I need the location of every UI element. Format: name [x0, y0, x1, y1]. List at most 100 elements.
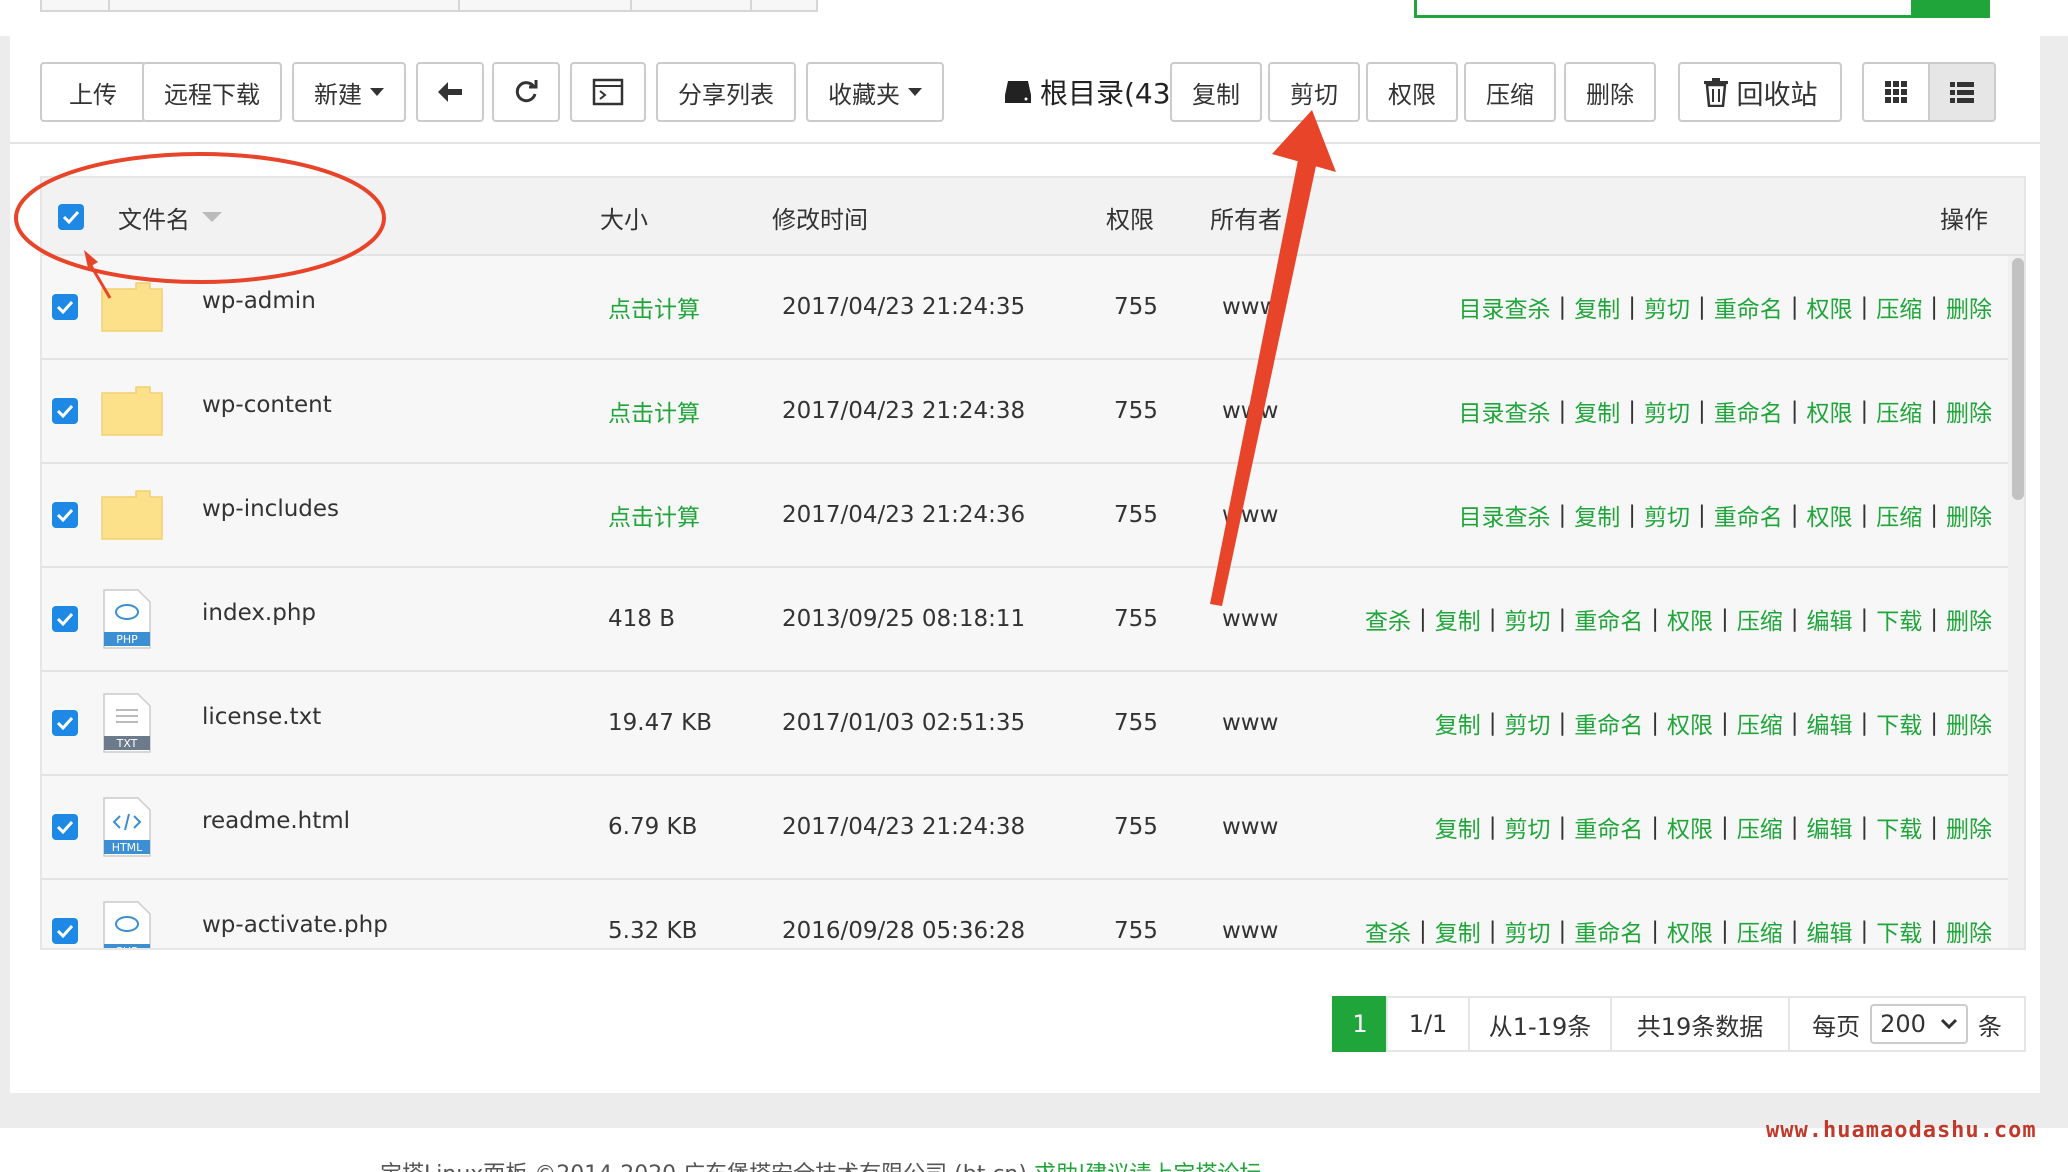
- row-action-link[interactable]: 权限: [1807, 498, 1853, 532]
- table-row[interactable]: PHP index.php 418 B 2013/09/25 08:18:11 755 w…: [42, 568, 2008, 672]
- row-action-link[interactable]: 压缩: [1876, 394, 1922, 428]
- cut-button[interactable]: 剪切: [1268, 62, 1360, 122]
- file-size[interactable]: 点击计算: [608, 464, 700, 566]
- favorites-dropdown-button[interactable]: 收藏夹: [806, 62, 944, 122]
- table-row[interactable]: wp-admin 点击计算 2017/04/23 21:24:35 755 www 目录查…: [42, 256, 2008, 360]
- row-action-link[interactable]: 压缩: [1737, 706, 1783, 740]
- row-action-link[interactable]: 删除: [1946, 602, 1992, 636]
- table-row[interactable]: TXT license.txt 19.47 KB 2017/01/03 02:51:3…: [42, 672, 2008, 776]
- row-action-link[interactable]: 查杀: [1365, 914, 1411, 948]
- row-action-link[interactable]: 下载: [1876, 602, 1922, 636]
- row-action-link[interactable]: 删除: [1946, 810, 1992, 844]
- copy-button[interactable]: 复制: [1170, 62, 1262, 122]
- row-action-link[interactable]: 目录查杀: [1459, 498, 1551, 532]
- forum-link[interactable]: 求助|建议请上宝塔论坛: [1034, 1162, 1261, 1172]
- row-action-link[interactable]: 编辑: [1807, 706, 1853, 740]
- share-list-button[interactable]: 分享列表: [656, 62, 796, 122]
- per-page-select[interactable]: 200: [1870, 1004, 1968, 1044]
- search-button[interactable]: [1912, 0, 1990, 18]
- page-current[interactable]: 1: [1332, 996, 1388, 1052]
- row-action-link[interactable]: 重命名: [1714, 290, 1783, 324]
- header-permission[interactable]: 权限: [1106, 178, 1154, 256]
- row-action-link[interactable]: 编辑: [1807, 914, 1853, 948]
- table-row[interactable]: wp-includes 点击计算 2017/04/23 21:24:36 755 www…: [42, 464, 2008, 568]
- row-checkbox[interactable]: [52, 776, 78, 878]
- row-action-link[interactable]: 复制: [1435, 914, 1481, 948]
- row-action-link[interactable]: 压缩: [1737, 810, 1783, 844]
- row-action-link[interactable]: 下载: [1876, 706, 1922, 740]
- row-checkbox[interactable]: [52, 360, 78, 462]
- file-name[interactable]: wp-content: [202, 354, 332, 456]
- row-action-link[interactable]: 权限: [1807, 290, 1853, 324]
- row-action-link[interactable]: 重命名: [1574, 810, 1643, 844]
- header-size[interactable]: 大小: [600, 178, 648, 256]
- grid-view-button[interactable]: [1862, 62, 1930, 122]
- row-action-link[interactable]: 剪切: [1644, 498, 1690, 532]
- row-action-link[interactable]: 剪切: [1505, 914, 1551, 948]
- file-name[interactable]: wp-admin: [202, 250, 316, 352]
- file-size[interactable]: 点击计算: [608, 256, 700, 358]
- row-action-link[interactable]: 压缩: [1737, 602, 1783, 636]
- file-name[interactable]: readme.html: [202, 770, 350, 872]
- row-action-link[interactable]: 复制: [1435, 810, 1481, 844]
- select-all-checkbox[interactable]: [58, 178, 84, 256]
- row-action-link[interactable]: 重命名: [1574, 914, 1643, 948]
- row-action-link[interactable]: 复制: [1435, 602, 1481, 636]
- row-checkbox[interactable]: [52, 672, 78, 774]
- row-checkbox[interactable]: [52, 464, 78, 566]
- scrollbar-thumb[interactable]: [2012, 258, 2024, 500]
- remote-download-button[interactable]: 远程下载: [142, 62, 282, 122]
- row-action-link[interactable]: 下载: [1876, 914, 1922, 948]
- row-action-link[interactable]: 剪切: [1644, 290, 1690, 324]
- table-row[interactable]: PHPwp-activate.php5.32 KB2016/09/28 05:3…: [42, 880, 2008, 948]
- upload-button[interactable]: 上传: [40, 62, 146, 122]
- row-action-link[interactable]: 复制: [1435, 706, 1481, 740]
- header-owner[interactable]: 所有者: [1210, 178, 1282, 256]
- row-action-link[interactable]: 编辑: [1807, 810, 1853, 844]
- row-action-link[interactable]: 目录查杀: [1459, 290, 1551, 324]
- row-action-link[interactable]: 权限: [1667, 914, 1713, 948]
- root-directory-label[interactable]: 根目录(43: [1004, 72, 1170, 112]
- search-input[interactable]: [1414, 0, 1914, 18]
- terminal-button[interactable]: [570, 62, 646, 122]
- new-dropdown-button[interactable]: 新建: [292, 62, 406, 122]
- back-button[interactable]: [416, 62, 484, 122]
- row-action-link[interactable]: 复制: [1574, 498, 1620, 532]
- row-action-link[interactable]: 删除: [1946, 914, 1992, 948]
- breadcrumb[interactable]: [40, 0, 818, 12]
- row-action-link[interactable]: 剪切: [1505, 602, 1551, 636]
- row-action-link[interactable]: 删除: [1946, 706, 1992, 740]
- row-checkbox[interactable]: [52, 256, 78, 358]
- row-action-link[interactable]: 权限: [1667, 810, 1713, 844]
- row-action-link[interactable]: 下载: [1876, 810, 1922, 844]
- file-name[interactable]: index.php: [202, 562, 316, 664]
- delete-button[interactable]: 删除: [1564, 62, 1656, 122]
- list-view-button[interactable]: [1928, 62, 1996, 122]
- row-checkbox[interactable]: [52, 880, 78, 948]
- row-action-link[interactable]: 权限: [1667, 602, 1713, 636]
- file-name[interactable]: wp-activate.php: [202, 874, 388, 948]
- row-action-link[interactable]: 复制: [1574, 290, 1620, 324]
- row-action-link[interactable]: 剪切: [1505, 810, 1551, 844]
- row-action-link[interactable]: 目录查杀: [1459, 394, 1551, 428]
- permission-button[interactable]: 权限: [1366, 62, 1458, 122]
- row-action-link[interactable]: 查杀: [1365, 602, 1411, 636]
- row-action-link[interactable]: 删除: [1946, 498, 1992, 532]
- table-row[interactable]: wp-content 点击计算 2017/04/23 21:24:38 755 www 目…: [42, 360, 2008, 464]
- row-action-link[interactable]: 重命名: [1574, 706, 1643, 740]
- row-action-link[interactable]: 删除: [1946, 394, 1992, 428]
- row-action-link[interactable]: 复制: [1574, 394, 1620, 428]
- compress-button[interactable]: 压缩: [1464, 62, 1556, 122]
- file-name[interactable]: license.txt: [202, 666, 321, 768]
- row-action-link[interactable]: 压缩: [1876, 498, 1922, 532]
- recycle-bin-button[interactable]: 回收站: [1678, 62, 1842, 122]
- table-scrollbar[interactable]: [2008, 256, 2024, 948]
- row-action-link[interactable]: 重命名: [1574, 602, 1643, 636]
- file-name[interactable]: wp-includes: [202, 458, 339, 560]
- table-row[interactable]: HTML readme.html 6.79 KB 2017/04/23 21:24:3…: [42, 776, 2008, 880]
- row-action-link[interactable]: 压缩: [1876, 290, 1922, 324]
- row-action-link[interactable]: 重命名: [1714, 498, 1783, 532]
- row-checkbox[interactable]: [52, 568, 78, 670]
- row-action-link[interactable]: 删除: [1946, 290, 1992, 324]
- row-action-link[interactable]: 权限: [1667, 706, 1713, 740]
